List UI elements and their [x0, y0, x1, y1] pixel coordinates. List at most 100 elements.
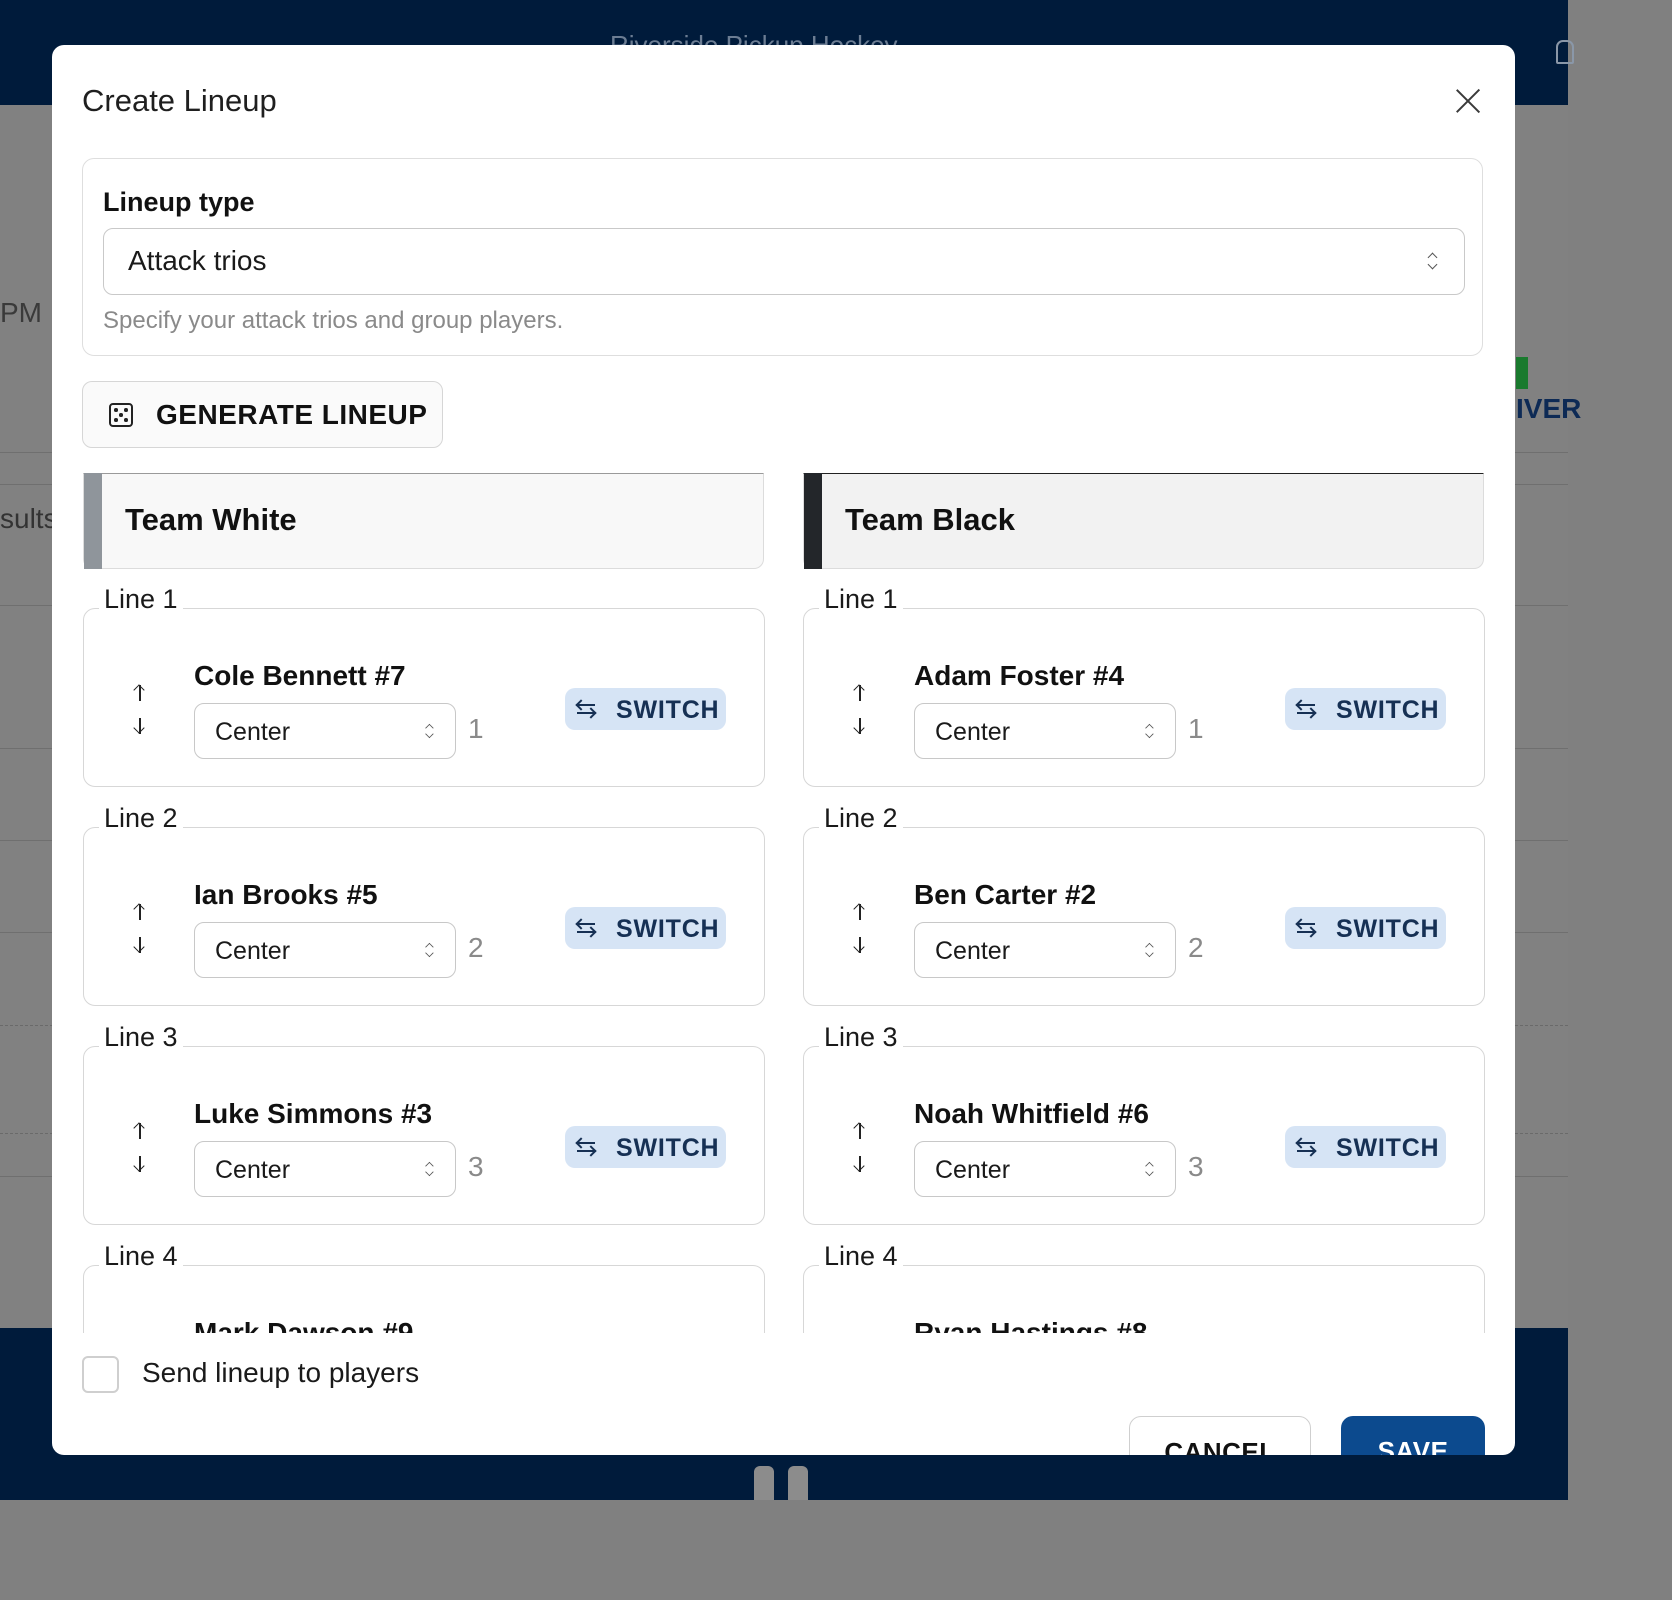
- team-name: Team Black: [845, 502, 1016, 537]
- lineup-scroll-area[interactable]: Line 1 Cole Bennett #7 Center 1 SWITCH L…: [52, 569, 1515, 1333]
- background-results-text: sults: [0, 503, 58, 534]
- send-lineup-label: Send lineup to players: [142, 1357, 420, 1388]
- player-name: Mark Dawson #9: [194, 1317, 414, 1333]
- line-label: Line 3: [99, 1022, 183, 1053]
- line-card: Line 4 Mark Dawson #9: [83, 1241, 765, 1333]
- line-number: 3: [468, 1151, 484, 1182]
- background-side-text: IVER: [1516, 393, 1582, 424]
- line-label: Line 4: [819, 1241, 903, 1272]
- arrow-down-icon[interactable]: [852, 1155, 868, 1173]
- position-value: Center: [215, 718, 291, 746]
- team-color-bar: [84, 473, 102, 569]
- line-number: 1: [1188, 713, 1204, 744]
- close-icon[interactable]: [1450, 83, 1486, 119]
- switch-button[interactable]: SWITCH: [565, 907, 726, 949]
- arrow-down-icon[interactable]: [132, 936, 148, 954]
- switch-button[interactable]: SWITCH: [1285, 907, 1446, 949]
- arrow-up-icon[interactable]: [132, 1122, 148, 1140]
- select-chevron-icon: [1146, 723, 1153, 740]
- cancel-button[interactable]: CANCEL: [1129, 1416, 1311, 1455]
- footer-logo: [754, 1466, 810, 1500]
- swap-icon: [1295, 917, 1317, 939]
- arrow-down-icon[interactable]: [852, 717, 868, 735]
- player-name: Ben Carter #2: [914, 879, 1097, 910]
- save-button[interactable]: SAVE: [1341, 1416, 1485, 1455]
- position-select[interactable]: Center: [194, 1141, 456, 1197]
- team-color-bar: [804, 473, 822, 569]
- switch-button[interactable]: SWITCH: [565, 688, 726, 730]
- swap-icon: [575, 917, 597, 939]
- arrow-down-icon[interactable]: [132, 1155, 148, 1173]
- line-card: Line 3 Noah Whitfield #6 Center 3 SWITCH: [803, 1022, 1485, 1225]
- dice-icon: [109, 403, 133, 427]
- swap-icon: [1295, 1136, 1317, 1158]
- line-number: 2: [1188, 932, 1204, 963]
- swap-icon: [575, 1136, 597, 1158]
- line-number: 3: [1188, 1151, 1204, 1182]
- position-select[interactable]: Center: [194, 922, 456, 978]
- background-status-bar: [1516, 357, 1528, 389]
- send-lineup-checkbox[interactable]: [82, 1356, 119, 1393]
- switch-label: SWITCH: [1336, 915, 1440, 943]
- select-chevron-icon: [426, 723, 433, 740]
- position-value: Center: [215, 937, 291, 965]
- select-chevron-icon: [1146, 1161, 1153, 1178]
- line-number: 1: [468, 713, 484, 744]
- generate-lineup-button[interactable]: GENERATE LINEUP: [82, 381, 443, 448]
- arrow-up-icon[interactable]: [852, 684, 868, 702]
- line-card: Line 3 Luke Simmons #3 Center 3 SWITCH: [83, 1022, 765, 1225]
- switch-label: SWITCH: [616, 915, 720, 943]
- create-lineup-dialog: Create Lineup Lineup type Attack trios S…: [52, 45, 1515, 1455]
- position-value: Center: [935, 937, 1011, 965]
- position-select[interactable]: Center: [914, 703, 1176, 759]
- select-chevron-icon: [426, 1161, 433, 1178]
- bell-icon[interactable]: [1556, 40, 1574, 64]
- arrow-up-icon[interactable]: [852, 903, 868, 921]
- arrow-up-icon[interactable]: [132, 684, 148, 702]
- save-label: SAVE: [1377, 1436, 1449, 1455]
- lineup-type-help: Specify your attack trios and group play…: [103, 307, 564, 334]
- switch-button[interactable]: SWITCH: [1285, 688, 1446, 730]
- position-select[interactable]: Center: [194, 703, 456, 759]
- arrow-up-icon[interactable]: [132, 903, 148, 921]
- dialog-title: Create Lineup: [82, 83, 277, 118]
- switch-label: SWITCH: [1336, 1134, 1440, 1162]
- line-label: Line 1: [99, 584, 183, 615]
- arrow-up-icon[interactable]: [852, 1122, 868, 1140]
- swap-icon: [1295, 698, 1317, 720]
- arrow-down-icon[interactable]: [132, 717, 148, 735]
- line-card: Line 2 Ian Brooks #5 Center 2 SWITCH: [83, 803, 765, 1006]
- line-label: Line 4: [99, 1241, 183, 1272]
- lineup-type-value: Attack trios: [128, 245, 267, 276]
- team-black-header: Team Black: [803, 473, 1484, 569]
- switch-label: SWITCH: [616, 1134, 720, 1162]
- arrow-down-icon[interactable]: [852, 936, 868, 954]
- line-label: Line 1: [819, 584, 903, 615]
- line-card: Line 1 Adam Foster #4 Center 1 SWITCH: [803, 584, 1485, 787]
- line-label: Line 2: [819, 803, 903, 834]
- line-label: Line 3: [819, 1022, 903, 1053]
- position-select[interactable]: Center: [914, 922, 1176, 978]
- lineup-type-select[interactable]: Attack trios: [103, 228, 1465, 295]
- team-name: Team White: [125, 502, 297, 537]
- select-chevron-icon: [426, 942, 433, 959]
- switch-label: SWITCH: [1336, 696, 1440, 724]
- select-chevron-icon: [1428, 251, 1436, 271]
- cancel-label: CANCEL: [1164, 1437, 1276, 1455]
- team-white-header: Team White: [83, 473, 764, 569]
- player-name: Luke Simmons #3: [194, 1098, 433, 1129]
- switch-label: SWITCH: [616, 696, 720, 724]
- switch-button[interactable]: SWITCH: [1285, 1126, 1446, 1168]
- position-value: Center: [215, 1156, 291, 1184]
- position-value: Center: [935, 718, 1011, 746]
- line-label: Line 2: [99, 803, 183, 834]
- background-time-text: PM: [0, 297, 42, 328]
- player-name: Ryan Hastings #8: [914, 1317, 1148, 1333]
- swap-icon: [575, 698, 597, 720]
- line-number: 2: [468, 932, 484, 963]
- switch-button[interactable]: SWITCH: [565, 1126, 726, 1168]
- position-select[interactable]: Center: [914, 1141, 1176, 1197]
- lineup-type-card: Lineup type Attack trios Specify your at…: [82, 158, 1483, 356]
- player-name: Cole Bennett #7: [194, 660, 406, 691]
- lineup-type-label: Lineup type: [103, 187, 255, 217]
